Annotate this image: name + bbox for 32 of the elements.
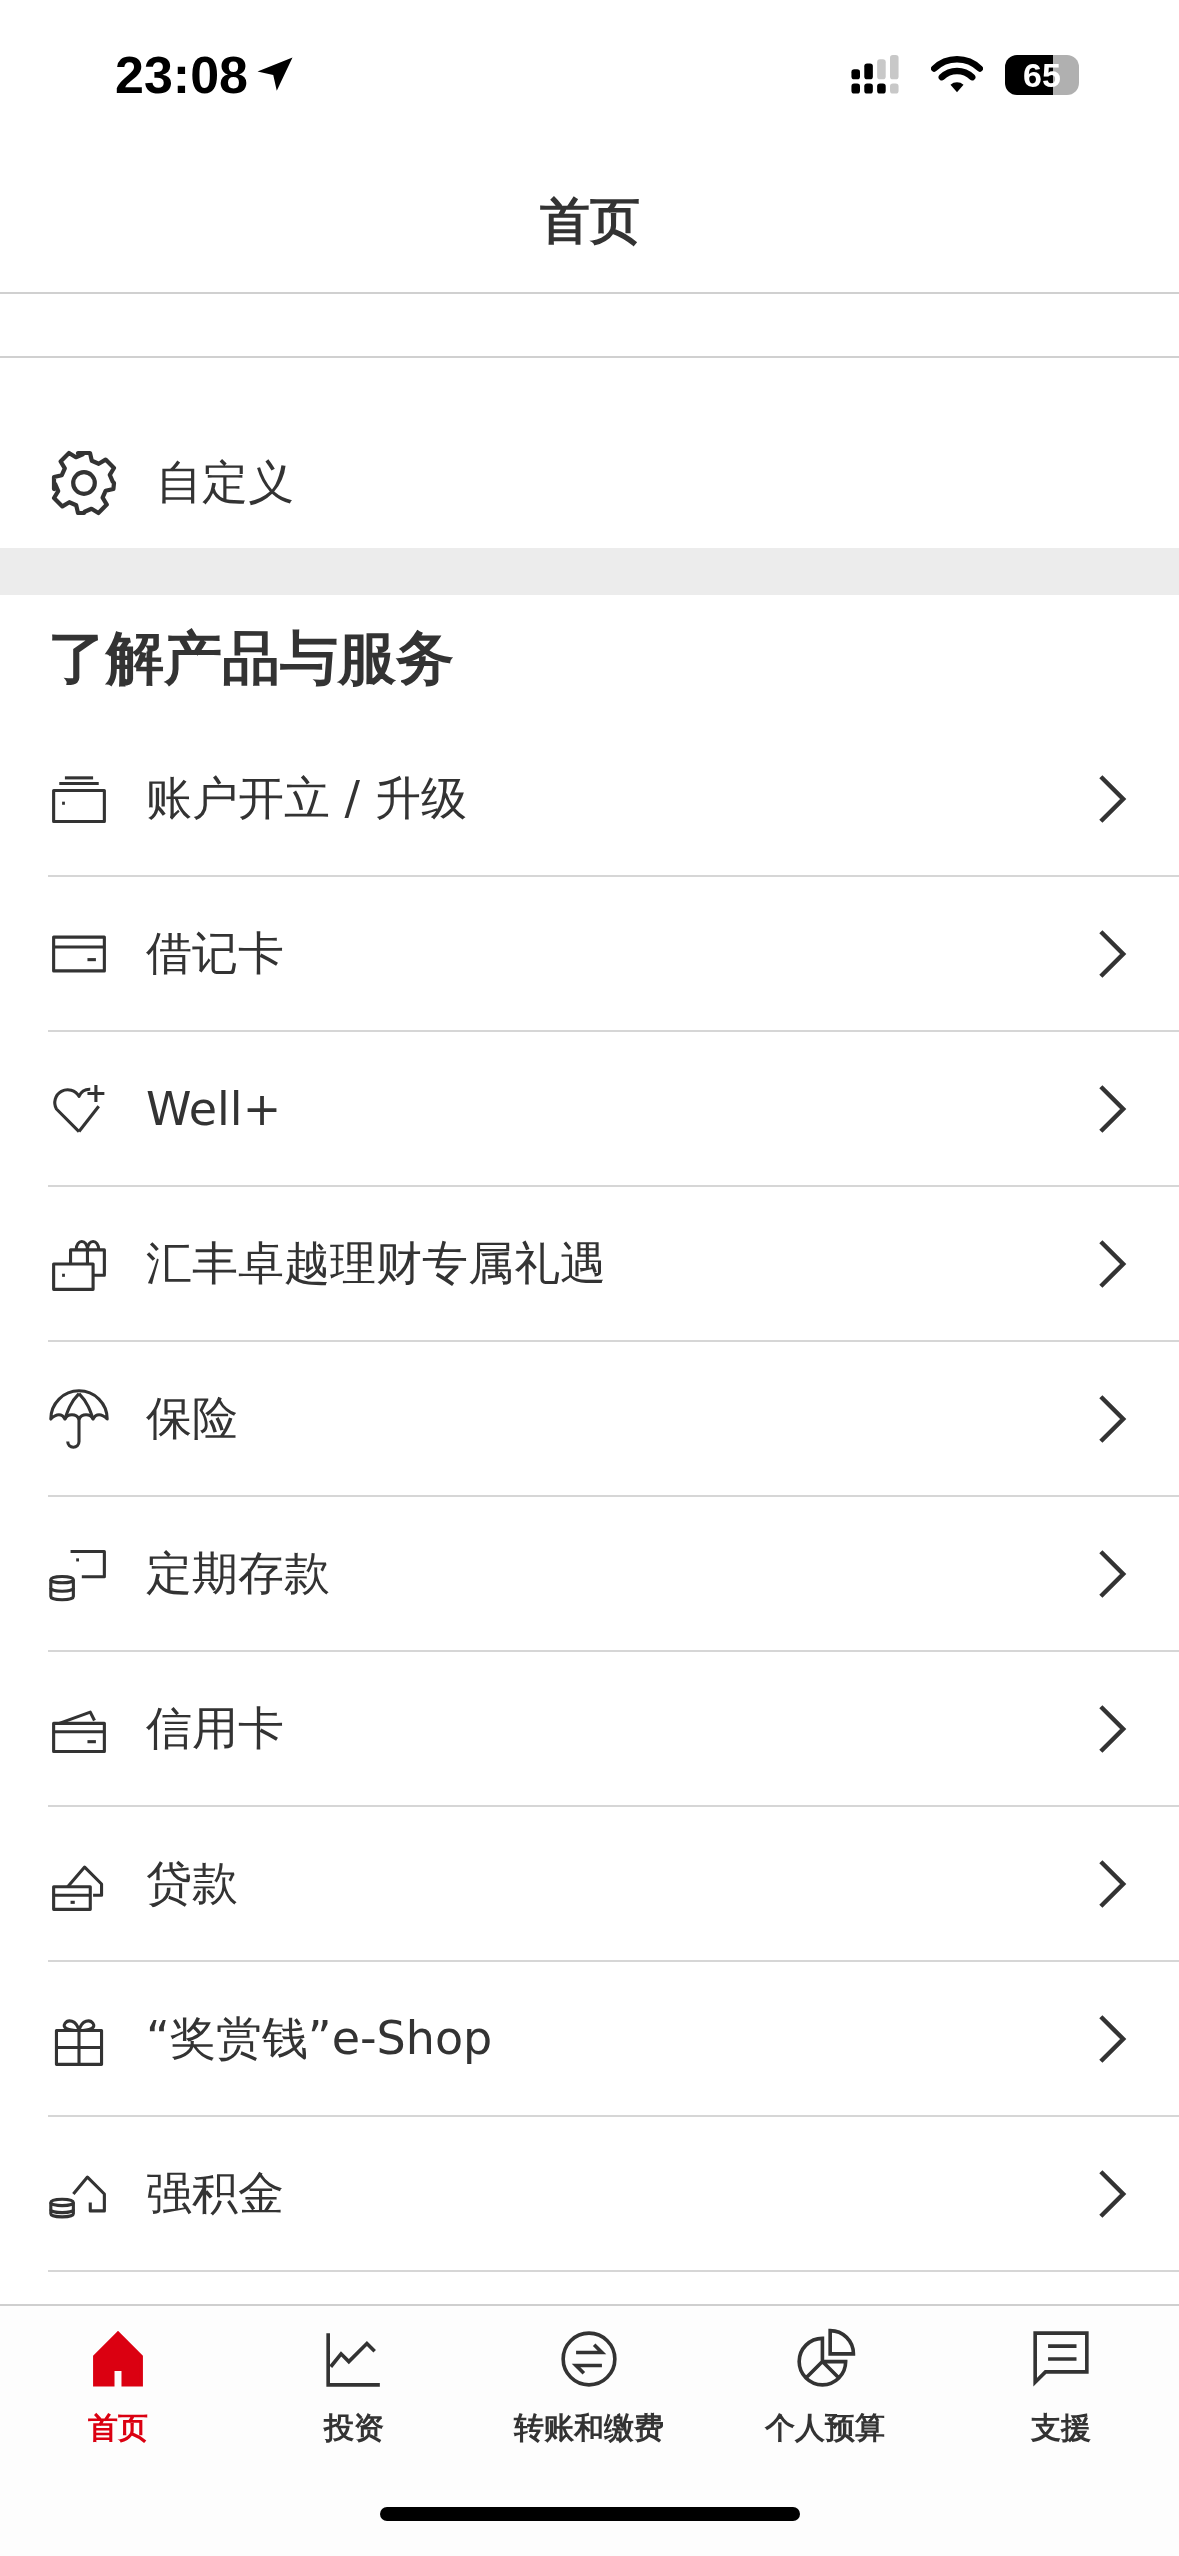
chevron-right-icon	[1097, 1082, 1127, 1135]
menu-row[interactable]: 保险	[48, 1342, 1179, 1497]
tab[interactable]: 转账和缴费	[471, 2306, 708, 2471]
chevron-right-icon	[1097, 927, 1127, 980]
menu-row[interactable]: 信用卡	[48, 1652, 1179, 1807]
clock: 23:08	[115, 45, 248, 105]
chevron-right-icon	[1097, 772, 1127, 825]
section-heading: 了解产品与服务	[47, 622, 455, 694]
pie-chart-icon	[794, 2328, 857, 2390]
menu-row[interactable]: “奖赏钱”e-Shop	[48, 1962, 1179, 2117]
tab[interactable]: 首页	[0, 2306, 236, 2471]
chevron-right-icon	[1097, 2167, 1127, 2220]
menu-row[interactable]: 汇丰卓越理财专属礼遇	[48, 1187, 1179, 1342]
tab[interactable]: 个人预算	[707, 2306, 944, 2471]
chevron-right-icon	[1097, 1702, 1127, 1755]
page-title: 首页	[539, 190, 640, 252]
menu-row[interactable]: 定期存款	[48, 1497, 1179, 1652]
chevron-right-icon	[1097, 1547, 1127, 1600]
chevron-right-icon	[1097, 1392, 1127, 1445]
chevron-right-icon	[1097, 2012, 1127, 2065]
chevron-right-icon	[1097, 1237, 1127, 1290]
wifi-icon	[931, 55, 983, 95]
chevron-right-icon	[1097, 1857, 1127, 1910]
menu-row[interactable]: 账户开立 / 升级	[48, 722, 1179, 877]
tab[interactable]: 支援	[943, 2306, 1179, 2471]
customize-row[interactable]: 自定义	[0, 358, 1179, 548]
menu-row[interactable]: 借记卡	[48, 877, 1179, 1032]
tab[interactable]: 投资	[235, 2306, 472, 2471]
umbrella-icon	[48, 1387, 110, 1450]
menu-row[interactable]: 贷款	[48, 1807, 1179, 1962]
menu-row[interactable]: 强积金	[48, 2117, 1179, 2272]
menu-row[interactable]: Well+	[48, 1032, 1179, 1187]
